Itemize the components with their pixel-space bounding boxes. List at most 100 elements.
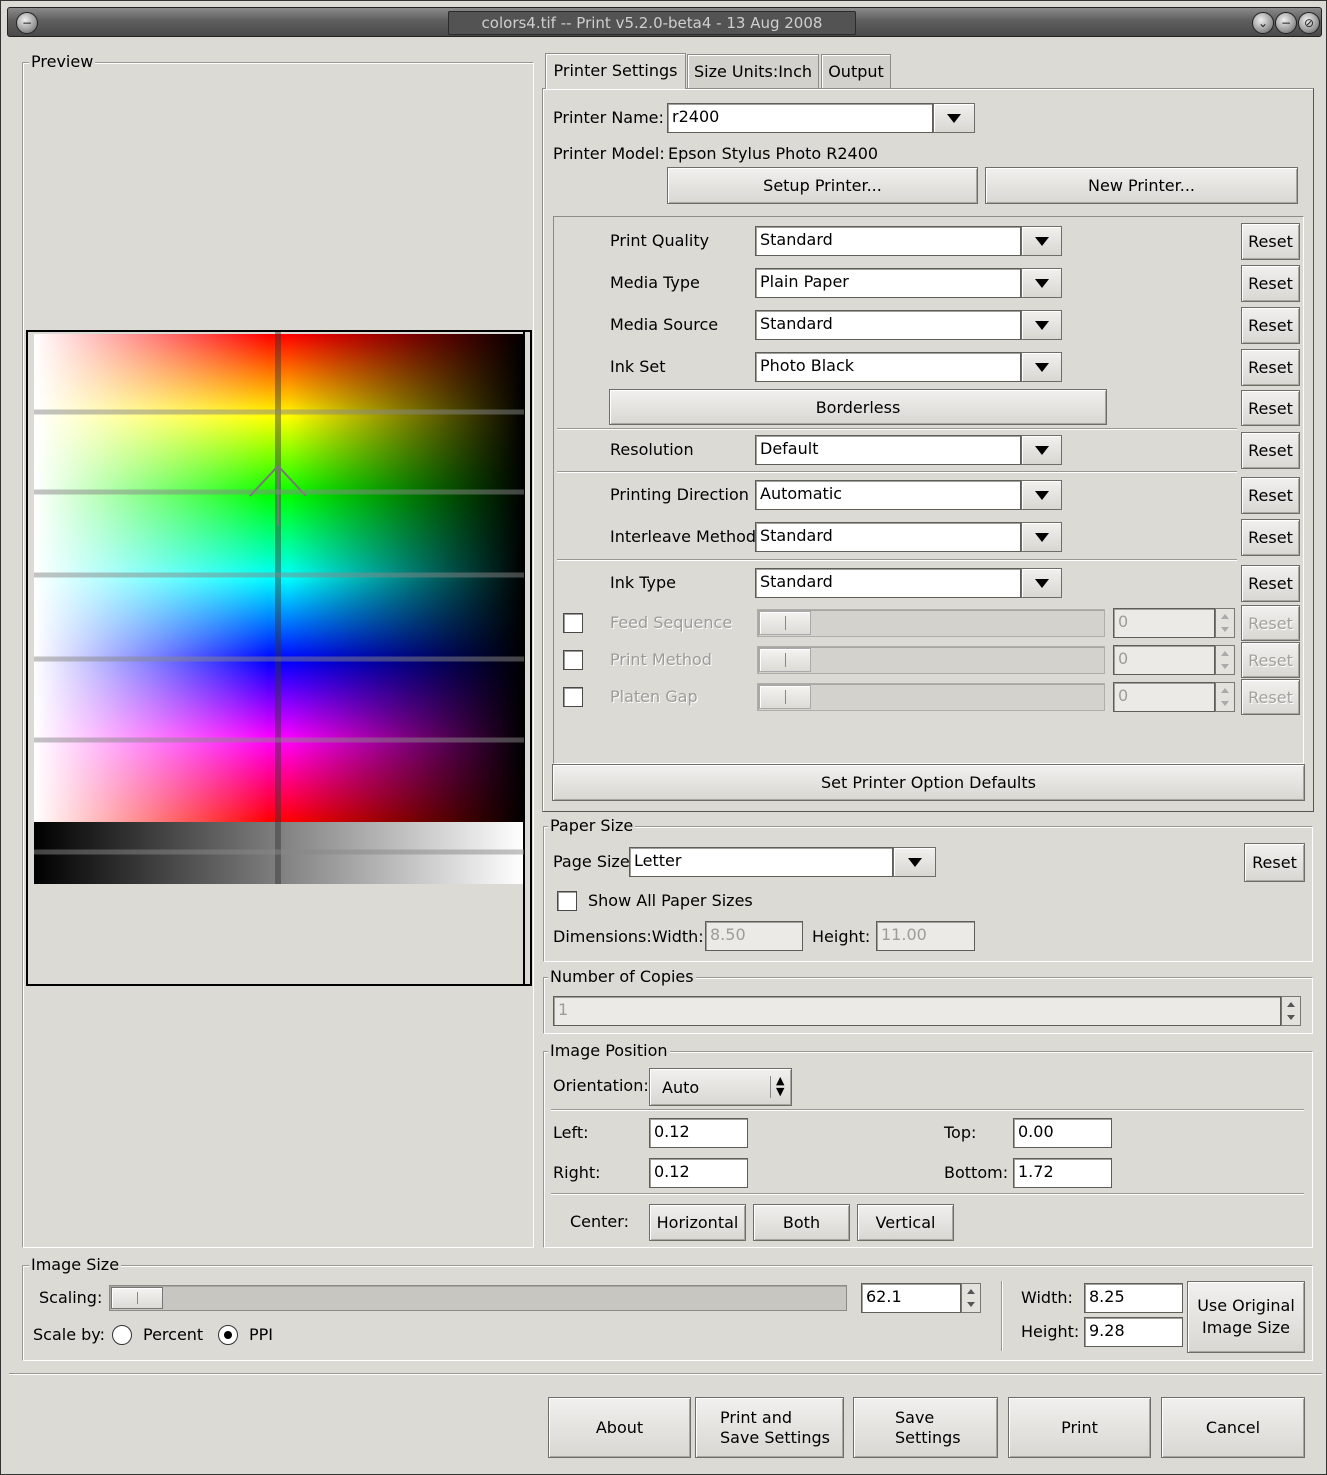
new-printer-button[interactable]: New Printer... — [985, 167, 1298, 204]
scaling-slider[interactable] — [109, 1285, 847, 1311]
feed-sequence-slider[interactable] — [757, 609, 1105, 637]
printing-direction-dropdown-icon[interactable] — [1021, 480, 1062, 510]
feed-sequence-spinner-icon[interactable] — [1215, 608, 1235, 638]
center-both-button[interactable]: Both — [753, 1204, 850, 1241]
close-icon[interactable]: ⊘ — [1298, 12, 1320, 34]
paper-width-field[interactable]: 8.50 — [705, 921, 803, 951]
scaling-value-field[interactable]: 62.1 — [861, 1283, 961, 1313]
slider-thumb[interactable] — [759, 611, 811, 635]
use-original-image-size-button[interactable]: Use Original Image Size — [1187, 1281, 1305, 1353]
number-of-copies-label: Number of Copies — [548, 967, 696, 987]
left-margin-field[interactable]: 0.12 — [649, 1118, 748, 1148]
resolution-dropdown-icon[interactable] — [1021, 435, 1062, 465]
about-button[interactable]: About — [548, 1397, 691, 1458]
print-method-value[interactable]: 0 — [1113, 645, 1215, 675]
ink-type-dropdown-icon[interactable] — [1021, 568, 1062, 598]
interleave-method-select[interactable]: Standard — [755, 522, 1021, 552]
page-size-select[interactable]: Letter — [629, 847, 893, 877]
printer-name-field[interactable]: r2400 — [667, 103, 933, 133]
set-printer-option-defaults-button[interactable]: Set Printer Option Defaults — [552, 764, 1305, 801]
image-width-label: Width: — [1021, 1288, 1073, 1307]
printing-direction-select[interactable]: Automatic — [755, 480, 1021, 510]
save-settings-button[interactable]: Save Settings — [853, 1397, 998, 1458]
copies-spinner-icon[interactable] — [1281, 996, 1301, 1026]
media-type-dropdown-icon[interactable] — [1021, 268, 1062, 298]
print-quality-dropdown-icon[interactable] — [1021, 226, 1062, 256]
media-type-select[interactable]: Plain Paper — [755, 268, 1021, 298]
copies-field[interactable]: 1 — [553, 996, 1281, 1026]
borderless-toggle-button[interactable]: Borderless — [609, 389, 1107, 425]
slider-thumb[interactable] — [111, 1287, 163, 1309]
printer-name-dropdown-icon[interactable] — [933, 103, 975, 133]
right-margin-field[interactable]: 0.12 — [649, 1158, 748, 1188]
image-width-field[interactable]: 8.25 — [1084, 1283, 1183, 1313]
ink-type-select[interactable]: Standard — [755, 568, 1021, 598]
tab-output[interactable]: Output — [821, 54, 891, 88]
interleave-method-dropdown-icon[interactable] — [1021, 522, 1062, 552]
title-bar[interactable]: − colors4.tif -- Print v5.2.0-beta4 - 13… — [7, 7, 1322, 37]
top-margin-label: Top: — [944, 1123, 977, 1142]
scale-by-ppi-radio[interactable] — [218, 1325, 238, 1345]
print-method-checkbox[interactable] — [563, 650, 583, 670]
image-height-field[interactable]: 9.28 — [1084, 1317, 1183, 1347]
top-margin-field[interactable]: 0.00 — [1013, 1118, 1112, 1148]
media-source-dropdown-icon[interactable] — [1021, 310, 1062, 340]
interleave-method-reset-button[interactable]: Reset — [1241, 519, 1300, 556]
ink-type-reset-button[interactable]: Reset — [1241, 565, 1300, 602]
platen-gap-reset-button[interactable]: Reset — [1241, 679, 1300, 715]
resolution-label: Resolution — [610, 440, 694, 459]
setup-printer-button[interactable]: Setup Printer... — [667, 167, 978, 204]
preview-canvas[interactable] — [26, 330, 532, 986]
slider-thumb[interactable] — [759, 648, 811, 672]
print-method-spinner-icon[interactable] — [1215, 645, 1235, 675]
print-method-reset-button[interactable]: Reset — [1241, 642, 1300, 678]
show-all-paper-sizes-checkbox[interactable] — [557, 891, 577, 911]
ink-set-select[interactable]: Photo Black — [755, 352, 1021, 382]
feed-sequence-value[interactable]: 0 — [1113, 608, 1215, 638]
media-source-reset-button[interactable]: Reset — [1241, 307, 1300, 344]
print-button[interactable]: Print — [1008, 1397, 1151, 1458]
feed-sequence-reset-button[interactable]: Reset — [1241, 605, 1300, 641]
bottom-margin-field[interactable]: 1.72 — [1013, 1158, 1112, 1188]
feed-sequence-checkbox[interactable] — [563, 613, 583, 633]
media-source-select[interactable]: Standard — [755, 310, 1021, 340]
printing-direction-reset-button[interactable]: Reset — [1241, 477, 1300, 514]
ink-type-label: Ink Type — [610, 573, 676, 592]
maximize-icon[interactable]: − — [1275, 12, 1297, 34]
print-quality-reset-button[interactable]: Reset — [1241, 223, 1300, 260]
scale-by-percent-radio[interactable] — [112, 1325, 132, 1345]
media-type-reset-button[interactable]: Reset — [1241, 265, 1300, 302]
use-original-line1: Use Original — [1197, 1296, 1295, 1315]
minimize-icon[interactable]: ⌄ — [1252, 12, 1274, 34]
orientation-select[interactable]: Auto ▲ ▼ — [649, 1068, 792, 1106]
tab-size-units[interactable]: Size Units:Inch — [687, 54, 819, 88]
ink-set-dropdown-icon[interactable] — [1021, 352, 1062, 382]
center-vertical-button[interactable]: Vertical — [857, 1204, 954, 1241]
ink-set-reset-button[interactable]: Reset — [1241, 349, 1300, 386]
platen-gap-spinner-icon[interactable] — [1215, 682, 1235, 712]
orientation-spinner-icon: ▲ ▼ — [776, 1074, 785, 1098]
borderless-reset-button[interactable]: Reset — [1241, 390, 1300, 426]
scaling-spinner-icon[interactable] — [961, 1283, 981, 1313]
page-size-reset-button[interactable]: Reset — [1244, 843, 1305, 882]
right-margin-label: Right: — [553, 1163, 601, 1182]
platen-gap-checkbox[interactable] — [563, 687, 583, 707]
scale-by-percent-label: Percent — [143, 1325, 204, 1344]
window-menu-icon[interactable]: − — [16, 12, 38, 34]
print-quality-select[interactable]: Standard — [755, 226, 1021, 256]
print-quality-label: Print Quality — [610, 231, 710, 250]
center-horizontal-button[interactable]: Horizontal — [649, 1204, 746, 1241]
tab-printer-settings[interactable]: Printer Settings — [545, 53, 686, 89]
preview-orientation-arrow-icon — [34, 332, 524, 884]
slider-thumb[interactable] — [759, 685, 811, 709]
resolution-select[interactable]: Default — [755, 435, 1021, 465]
resolution-reset-button[interactable]: Reset — [1241, 432, 1300, 469]
print-and-save-settings-button[interactable]: Print and Save Settings — [695, 1397, 844, 1458]
page-size-dropdown-icon[interactable] — [893, 847, 936, 877]
platen-gap-slider[interactable] — [757, 683, 1105, 711]
print-method-slider[interactable] — [757, 646, 1105, 674]
divider — [770, 1076, 771, 1098]
platen-gap-value[interactable]: 0 — [1113, 682, 1215, 712]
cancel-button[interactable]: Cancel — [1161, 1397, 1305, 1458]
paper-height-field[interactable]: 11.00 — [876, 921, 975, 951]
